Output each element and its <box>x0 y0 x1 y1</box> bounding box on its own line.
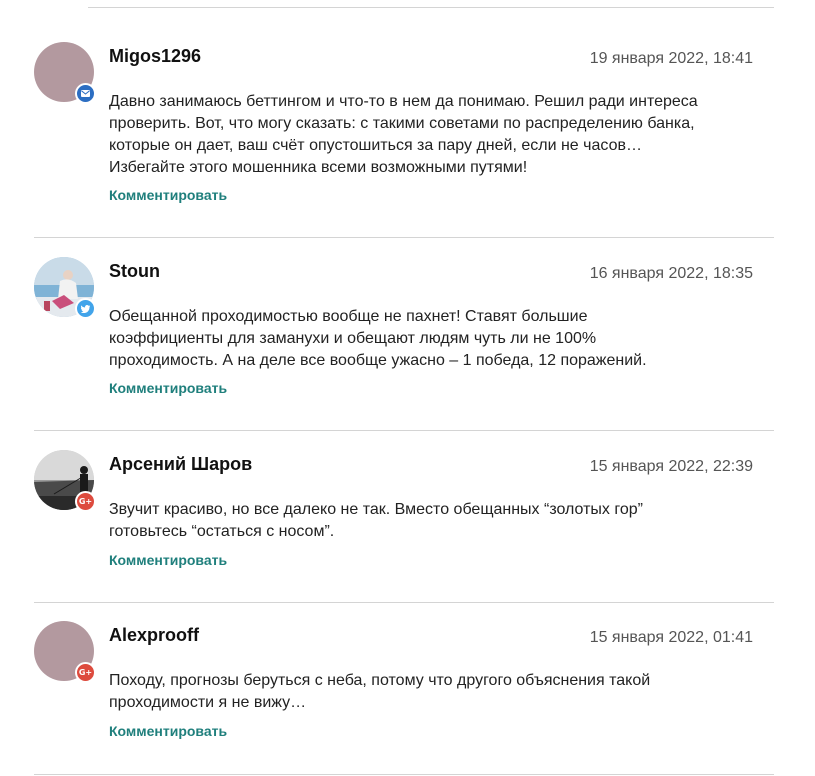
comment-text-line: проходимость. А на деле все вообще ужасн… <box>109 352 647 369</box>
comment-text-line: которые он дает, ваш счёт опустошиться з… <box>109 137 642 154</box>
comment-author[interactable]: Арсений Шаров <box>109 454 252 475</box>
comment-item: Stoun 16 января 2022, 18:35 Обещанной пр… <box>34 257 774 407</box>
top-divider <box>88 7 774 8</box>
comment-divider <box>34 774 774 775</box>
google-plus-icon: G+ <box>75 662 96 683</box>
comment-text-line: проверить. Вот, что могу сказать: с таки… <box>109 115 695 132</box>
comment-date: 19 января 2022, 18:41 <box>589 50 753 67</box>
comment-text-line: Давно занимаюсь беттингом и что-то в нем… <box>109 93 698 110</box>
comment-text-line: готовьтесь “остаться с носом”. <box>109 523 335 540</box>
comment-divider <box>34 430 774 431</box>
comment-date: 15 января 2022, 01:41 <box>589 629 753 646</box>
reply-button[interactable]: Комментировать <box>109 380 227 396</box>
twitter-icon <box>75 298 96 319</box>
comment-text: Походу, прогнозы беруться с неба, потому… <box>109 670 709 714</box>
google-plus-icon: G+ <box>75 491 96 512</box>
comment-text: Обещанной проходимостью вообще не пахнет… <box>109 306 709 372</box>
comment-text-line: Звучит красиво, но все далеко не так. Вм… <box>109 501 643 518</box>
comment-divider <box>34 602 774 603</box>
comment-text: Звучит красиво, но все далеко не так. Вм… <box>109 499 709 543</box>
reply-button[interactable]: Комментировать <box>109 187 227 203</box>
comment-text-line: проходимости я не вижу… <box>109 694 307 711</box>
comment-date: 15 января 2022, 22:39 <box>589 458 753 475</box>
comment-item: G+ Alexprooff 15 января 2022, 01:41 Похо… <box>34 621 774 751</box>
comment-item: G+ Арсений Шаров 15 января 2022, 22:39 З… <box>34 450 774 580</box>
mail-icon <box>75 83 96 104</box>
comment-text: Давно занимаюсь беттингом и что-то в нем… <box>109 91 709 179</box>
comment-author[interactable]: Migos1296 <box>109 46 201 67</box>
comment-text-line: Походу, прогнозы беруться с неба, потому… <box>109 672 651 689</box>
reply-button[interactable]: Комментировать <box>109 552 227 568</box>
comment-author[interactable]: Alexprooff <box>109 625 199 646</box>
comment-text-line: Обещанной проходимостью вообще не пахнет… <box>109 308 588 325</box>
comment-text-line: коэффициенты для заманухи и обещают людя… <box>109 330 597 347</box>
comment-text-line: Избегайте этого мошенника всеми возможны… <box>109 159 528 176</box>
comment-item: Migos1296 19 января 2022, 18:41 Давно за… <box>34 42 774 217</box>
comment-divider <box>34 237 774 238</box>
comment-date: 16 января 2022, 18:35 <box>589 265 753 282</box>
comment-author[interactable]: Stoun <box>109 261 160 282</box>
reply-button[interactable]: Комментировать <box>109 723 227 739</box>
